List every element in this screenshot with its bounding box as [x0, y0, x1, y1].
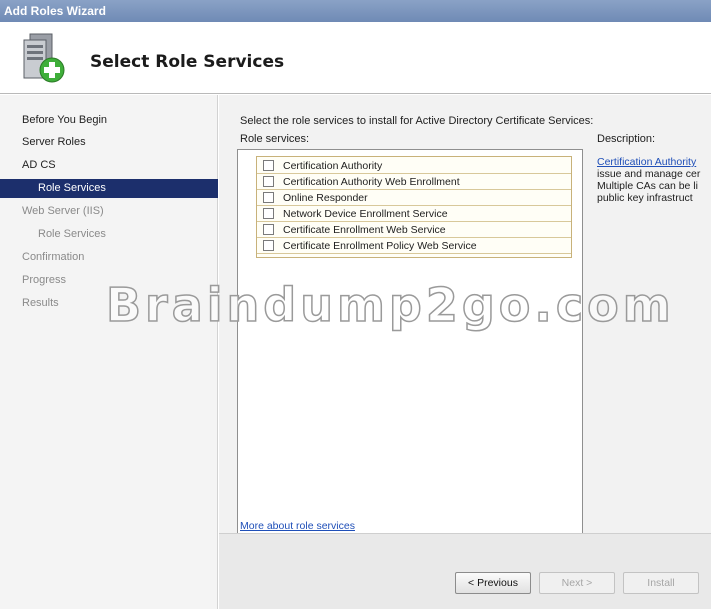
- nav-item-ad-cs-role-services[interactable]: Role Services: [0, 179, 218, 198]
- description-line: Multiple CAs can be li: [597, 180, 698, 192]
- role-service-label: Certification Authority Web Enrollment: [283, 176, 460, 188]
- role-service-item[interactable]: Network Device Enrollment Service: [257, 206, 571, 222]
- window-title-bar: Add Roles Wizard: [0, 0, 711, 22]
- description-label: Description:: [597, 133, 656, 145]
- role-service-label: Online Responder: [283, 192, 368, 204]
- previous-button[interactable]: < Previous: [455, 572, 531, 594]
- role-service-item[interactable]: Certification Authority: [257, 158, 571, 174]
- nav-item-before-you-begin[interactable]: Before You Begin: [0, 111, 218, 130]
- server-add-icon: [23, 33, 65, 83]
- wizard-nav: Before You Begin Server Roles AD CS Role…: [0, 95, 218, 609]
- wizard-footer: < Previous Next > Install: [219, 533, 711, 609]
- install-button[interactable]: Install: [623, 572, 699, 594]
- description-line: public key infrastruct: [597, 192, 693, 204]
- checkbox[interactable]: [263, 240, 274, 251]
- role-service-label: Network Device Enrollment Service: [283, 208, 448, 220]
- window-title: Add Roles Wizard: [4, 4, 106, 18]
- checkbox[interactable]: [263, 208, 274, 219]
- next-button[interactable]: Next >: [539, 572, 615, 594]
- checkbox[interactable]: [263, 160, 274, 171]
- role-services-tree: Certification Authority Certification Au…: [256, 156, 572, 258]
- role-service-item[interactable]: Online Responder: [257, 190, 571, 206]
- intro-text: Select the role services to install for …: [240, 115, 594, 127]
- nav-item-progress: Progress: [22, 274, 67, 286]
- checkbox[interactable]: [263, 176, 274, 187]
- role-services-label: Role services:: [240, 133, 310, 145]
- page-title: Select Role Services: [90, 52, 285, 72]
- role-service-label: Certificate Enrollment Policy Web Servic…: [283, 240, 477, 252]
- nav-item-confirmation: Confirmation: [22, 251, 85, 263]
- description-panel: Certification Authority issue and manage…: [597, 153, 711, 213]
- nav-item-web-server-iis: Web Server (IIS): [22, 205, 104, 217]
- description-link[interactable]: Certification Authority: [597, 156, 696, 168]
- checkbox[interactable]: [263, 192, 274, 203]
- role-service-label: Certificate Enrollment Web Service: [283, 224, 446, 236]
- role-service-label: Certification Authority: [283, 160, 383, 172]
- content-pane: Select the role services to install for …: [219, 95, 711, 609]
- nav-item-results: Results: [22, 297, 59, 309]
- wizard-header: Select Role Services: [0, 22, 711, 94]
- nav-item-iis-role-services: Role Services: [38, 228, 106, 240]
- nav-item-ad-cs[interactable]: AD CS: [0, 156, 218, 175]
- more-about-role-services-link[interactable]: More about role services: [240, 520, 355, 532]
- role-service-item[interactable]: Certification Authority Web Enrollment: [257, 174, 571, 190]
- nav-item-server-roles[interactable]: Server Roles: [0, 133, 218, 152]
- role-service-item[interactable]: Certificate Enrollment Web Service: [257, 222, 571, 238]
- checkbox[interactable]: [263, 224, 274, 235]
- description-line: issue and manage cer: [597, 168, 701, 180]
- role-service-item[interactable]: Certificate Enrollment Policy Web Servic…: [257, 238, 571, 254]
